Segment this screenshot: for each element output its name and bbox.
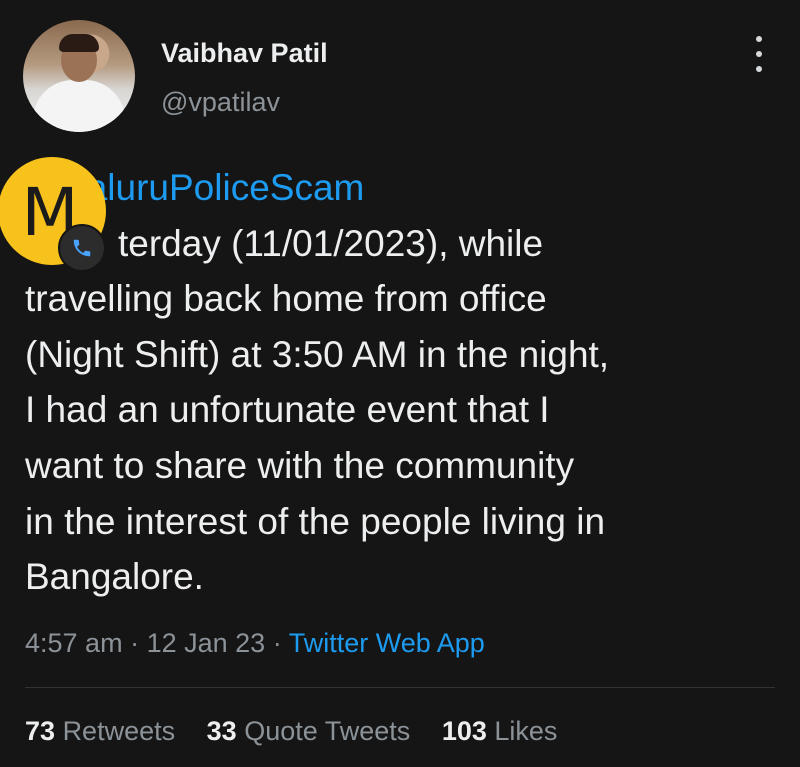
tweet-time[interactable]: 4:57 am — [25, 628, 123, 658]
retweets-count: 73 — [25, 716, 56, 746]
phone-glyph — [73, 239, 91, 257]
more-dot — [756, 36, 762, 42]
retweets-label: Retweets — [62, 716, 176, 746]
quotes-count: 33 — [206, 716, 237, 746]
author-handle[interactable]: @vpatilav — [161, 87, 280, 118]
tweet-date[interactable]: 12 Jan 23 — [147, 628, 266, 658]
tweet-line: in the interest of the people living in — [25, 500, 606, 542]
avatar-hair — [59, 34, 99, 52]
engagement-stats: 73 Retweets 33 Quote Tweets 103 Likes — [25, 716, 581, 747]
likes-label: Likes — [494, 716, 558, 746]
tweet-line: (Night Shift) at 3:50 AM in the night, — [25, 333, 610, 375]
author-name[interactable]: Vaibhav Patil — [161, 38, 328, 69]
tweet-line: travelling back home from office — [25, 278, 547, 320]
more-dot — [756, 66, 762, 72]
tweet-text: engaluruPoliceScam terday (11/01/2023), … — [25, 160, 785, 605]
meta-separator: · — [130, 628, 140, 658]
likes-count: 103 — [441, 716, 487, 746]
quote-tweets-stat[interactable]: 33 Quote Tweets — [207, 716, 411, 746]
quotes-label: Quote Tweets — [244, 716, 411, 746]
tweet-line: I had an unfortunate event that I — [25, 389, 550, 431]
phone-icon[interactable] — [58, 224, 106, 272]
meta-separator: · — [272, 628, 282, 658]
avatar-shirt — [33, 80, 125, 132]
retweets-stat[interactable]: 73 Retweets — [25, 716, 175, 746]
tweet-detail: Vaibhav Patil @vpatilav M engaluruPolice… — [0, 0, 800, 767]
more-dot — [756, 51, 762, 57]
more-options-icon[interactable] — [752, 36, 766, 72]
avatar[interactable] — [23, 20, 135, 132]
likes-stat[interactable]: 103 Likes — [442, 716, 558, 746]
source-app-link[interactable]: Twitter Web App — [289, 628, 485, 658]
tweet-line: Bangalore. — [25, 556, 204, 598]
tweet-line: want to share with the community — [25, 444, 575, 486]
tweet-meta: 4:57 am · 12 Jan 23 · Twitter Web App — [25, 628, 485, 659]
divider — [25, 687, 775, 688]
